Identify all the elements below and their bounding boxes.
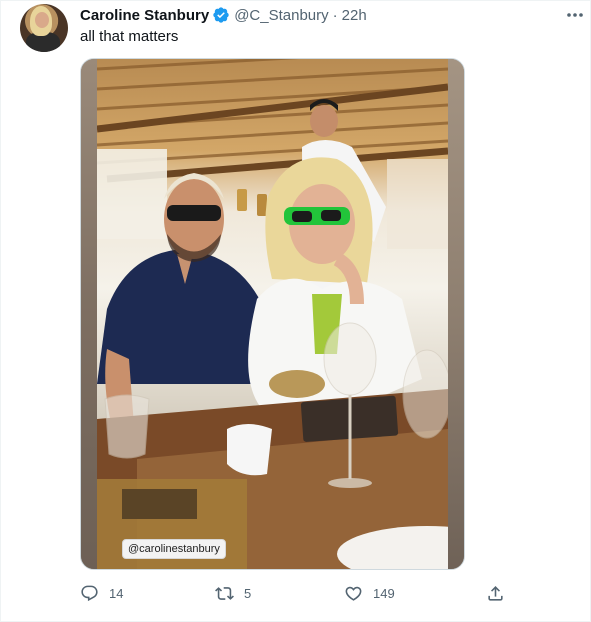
- reply-count: 14: [109, 585, 124, 601]
- photo-tag: @carolinestanbury: [122, 539, 226, 559]
- tweet-photo[interactable]: [80, 58, 465, 570]
- retweet-icon: [215, 586, 234, 600]
- heart-icon: [345, 586, 362, 601]
- avatar-face: [35, 12, 49, 28]
- tweet-card[interactable]: Caroline Stanbury @C_Stanbury · 22h all …: [0, 0, 591, 622]
- reply-icon: [81, 585, 98, 601]
- like-button[interactable]: 149: [344, 580, 395, 606]
- tweet-header: Caroline Stanbury @C_Stanbury · 22h: [80, 5, 367, 25]
- like-count: 149: [373, 585, 395, 601]
- tweet-actions: 14 5 149: [80, 580, 510, 606]
- share-icon: [488, 585, 503, 601]
- retweet-button[interactable]: 5: [215, 580, 251, 606]
- meta-separator: ·: [332, 6, 338, 24]
- share-button[interactable]: [486, 580, 515, 606]
- photo-blur-right: [448, 59, 464, 569]
- photo-blur-left: [81, 59, 97, 569]
- retweet-count: 5: [244, 585, 252, 601]
- author-handle[interactable]: @C_Stanbury: [234, 7, 328, 24]
- photo-scene: [97, 59, 448, 569]
- tweet-text: all that matters: [80, 28, 179, 45]
- verified-badge-icon: [212, 6, 230, 24]
- avatar[interactable]: [20, 4, 68, 52]
- tweet-time[interactable]: 22h: [342, 7, 367, 24]
- more-icon[interactable]: [565, 7, 585, 23]
- author-name[interactable]: Caroline Stanbury: [80, 7, 209, 24]
- reply-button[interactable]: 14: [80, 580, 123, 606]
